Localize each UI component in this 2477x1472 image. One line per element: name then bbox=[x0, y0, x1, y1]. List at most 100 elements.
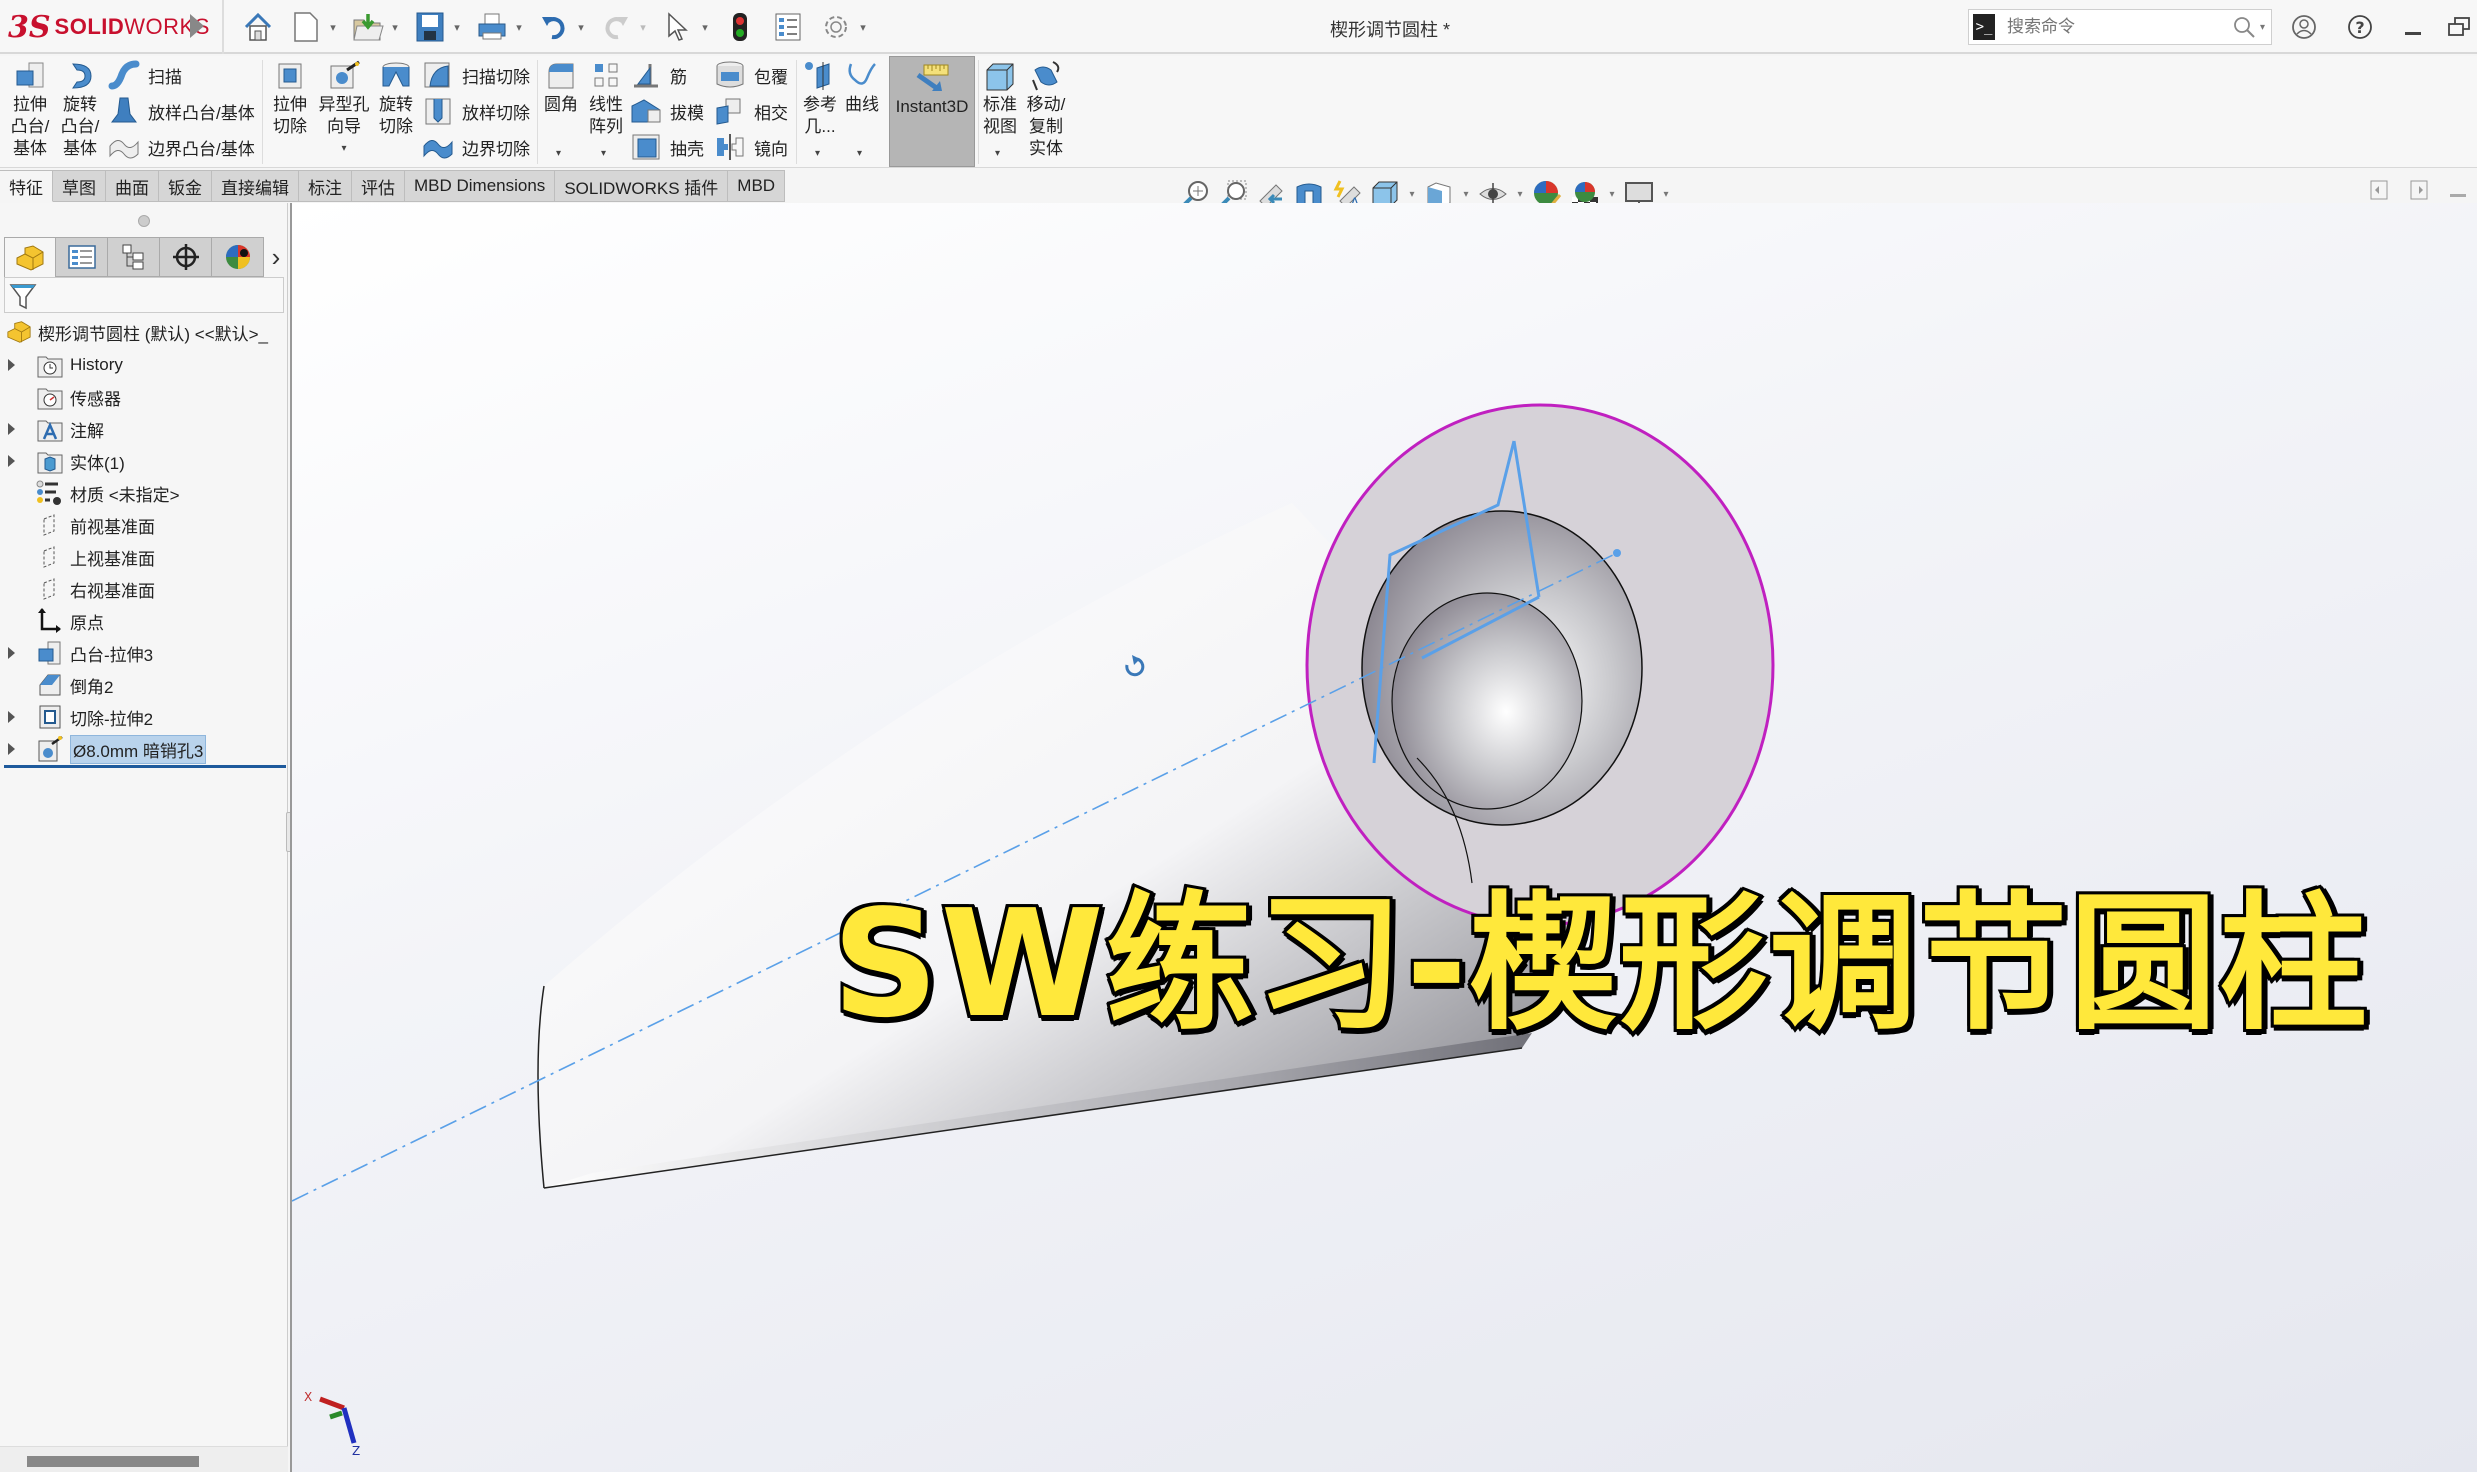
tab-sketch[interactable]: 草图 bbox=[53, 170, 106, 202]
home-button[interactable] bbox=[238, 8, 278, 46]
tab-dimxpertmanager[interactable] bbox=[160, 237, 212, 277]
print-dropdown-icon[interactable]: ▾ bbox=[512, 21, 526, 34]
file-properties-button[interactable] bbox=[768, 8, 808, 46]
search-input[interactable] bbox=[2007, 17, 2232, 37]
standard-views-button[interactable]: 标准 视图 bbox=[980, 60, 1020, 138]
extrude-boss-button[interactable]: 拉伸 凸台/ 基体 bbox=[8, 60, 52, 160]
draft-button[interactable]: 拔模 bbox=[630, 94, 704, 128]
sweep-cut-button[interactable]: 扫描切除 bbox=[422, 58, 530, 92]
undo-button[interactable] bbox=[534, 8, 574, 46]
collapse-right-icon[interactable] bbox=[2410, 180, 2428, 200]
select-button[interactable] bbox=[658, 8, 698, 46]
wrap-button[interactable]: 包覆 bbox=[714, 58, 788, 92]
save-button[interactable] bbox=[410, 8, 450, 46]
tab-features[interactable]: 特征 bbox=[0, 170, 53, 202]
tab-configurationmanager[interactable] bbox=[108, 237, 160, 277]
sweep-button[interactable]: 扫描 bbox=[108, 58, 182, 92]
rebuild-button[interactable] bbox=[720, 8, 760, 46]
tab-sheet-metal[interactable]: 钣金 bbox=[159, 170, 212, 202]
open-button[interactable] bbox=[348, 8, 388, 46]
intersect-button[interactable]: 相交 bbox=[714, 94, 788, 128]
linear-pattern-dropdown-icon[interactable]: ▾ bbox=[601, 148, 606, 159]
tab-surfaces[interactable]: 曲面 bbox=[106, 170, 159, 202]
save-dropdown-icon[interactable]: ▾ bbox=[450, 21, 464, 34]
boundary-cut-button[interactable]: 边界切除 bbox=[422, 130, 530, 164]
shell-button[interactable]: 抽壳 bbox=[630, 130, 704, 164]
revolve-cut-button[interactable]: 旋转 切除 bbox=[374, 60, 418, 138]
horizontal-scrollbar[interactable] bbox=[0, 1446, 288, 1472]
redo-button[interactable] bbox=[596, 8, 636, 46]
view-orientation-dropdown-icon[interactable]: ▾ bbox=[1406, 189, 1418, 200]
tab-markup[interactable]: 标注 bbox=[299, 170, 352, 202]
loft-boss-button[interactable]: 放样凸台/基体 bbox=[108, 94, 255, 128]
account-button[interactable] bbox=[2284, 10, 2324, 44]
print-button[interactable] bbox=[472, 8, 512, 46]
expand-arrow-icon[interactable] bbox=[0, 637, 22, 669]
expand-arrow-icon[interactable] bbox=[0, 349, 22, 381]
undo-dropdown-icon[interactable]: ▾ bbox=[574, 21, 588, 34]
tree-item-origin[interactable]: 原点 bbox=[0, 605, 288, 637]
minimize-pane-icon[interactable] bbox=[2450, 193, 2466, 197]
options-dropdown-icon[interactable]: ▾ bbox=[856, 21, 870, 34]
tree-item-front-plane[interactable]: 前视基准面 bbox=[0, 509, 288, 541]
display-style-dropdown-icon[interactable]: ▾ bbox=[1460, 189, 1472, 200]
search-commands[interactable]: >_ ▾ bbox=[1968, 9, 2272, 45]
search-dropdown-icon[interactable]: ▾ bbox=[2260, 22, 2265, 33]
mirror-button[interactable]: 镜向 bbox=[714, 130, 788, 164]
hide-show-dropdown-icon[interactable]: ▾ bbox=[1514, 189, 1526, 200]
tree-item-material[interactable]: 材质 <未指定> bbox=[0, 477, 288, 509]
hole-wizard-dropdown-icon[interactable]: ▾ bbox=[341, 138, 346, 160]
tree-item-cut-extrude2[interactable]: 切除-拉伸2 bbox=[0, 701, 288, 733]
tree-item-dowel-hole3[interactable]: Ø8.0mm 暗销孔3 bbox=[0, 733, 288, 765]
tree-item-top-plane[interactable]: 上视基准面 bbox=[0, 541, 288, 573]
fillet-button[interactable]: 圆角 bbox=[542, 60, 580, 116]
tree-item-boss-extrude3[interactable]: 凸台-拉伸3 bbox=[0, 637, 288, 669]
tab-mbd-dimensions[interactable]: MBD Dimensions bbox=[405, 170, 556, 202]
options-button[interactable] bbox=[816, 8, 856, 46]
extrude-cut-button[interactable]: 拉伸 切除 bbox=[268, 60, 312, 138]
restore-button[interactable] bbox=[2440, 10, 2477, 44]
standard-views-dropdown-icon[interactable]: ▾ bbox=[995, 148, 1000, 159]
reference-geometry-button[interactable]: 参考 几... bbox=[800, 60, 840, 138]
rib-button[interactable]: 筋 bbox=[630, 58, 687, 92]
tree-item-solid-bodies[interactable]: 实体(1) bbox=[0, 445, 288, 477]
tree-item-chamfer2[interactable]: 倒角2 bbox=[0, 669, 288, 701]
tab-featuremanager[interactable] bbox=[4, 237, 56, 277]
expand-arrow-icon[interactable] bbox=[0, 413, 22, 445]
tab-direct-editing[interactable]: 直接编辑 bbox=[212, 170, 299, 202]
instant3d-button[interactable]: Instant3D bbox=[889, 56, 975, 167]
tab-displaymanager[interactable] bbox=[212, 237, 264, 277]
apply-scene-dropdown-icon[interactable]: ▾ bbox=[1606, 189, 1618, 200]
hole-wizard-button[interactable]: 异型孔 向导 ▾ bbox=[316, 60, 372, 160]
tree-item-history[interactable]: History bbox=[0, 349, 288, 381]
fillet-dropdown-icon[interactable]: ▾ bbox=[556, 148, 561, 159]
tab-propertymanager[interactable] bbox=[56, 237, 108, 277]
boundary-boss-button[interactable]: 边界凸台/基体 bbox=[108, 130, 255, 164]
redo-dropdown-icon[interactable]: ▾ bbox=[636, 21, 650, 34]
panel-splitter-handle[interactable] bbox=[138, 215, 150, 227]
collapse-left-icon[interactable] bbox=[2370, 180, 2388, 200]
tree-item-right-plane[interactable]: 右视基准面 bbox=[0, 573, 288, 605]
new-dropdown-icon[interactable]: ▾ bbox=[326, 21, 340, 34]
tab-mbd[interactable]: MBD bbox=[728, 170, 786, 202]
view-settings-dropdown-icon[interactable]: ▾ bbox=[1660, 189, 1672, 200]
tree-filter[interactable] bbox=[4, 277, 284, 313]
tab-evaluate[interactable]: 评估 bbox=[352, 170, 405, 202]
solidworks-logo[interactable]: 3S SOLIDWORKS bbox=[8, 10, 210, 45]
tree-item-sensors[interactable]: 传感器 bbox=[0, 381, 288, 413]
help-button[interactable]: ? bbox=[2340, 10, 2380, 44]
curves-button[interactable]: 曲线 bbox=[842, 60, 882, 116]
open-dropdown-icon[interactable]: ▾ bbox=[388, 21, 402, 34]
scrollbar-thumb[interactable] bbox=[27, 1456, 199, 1467]
new-document-button[interactable] bbox=[286, 8, 326, 46]
tab-solidworks-addins[interactable]: SOLIDWORKS 插件 bbox=[555, 170, 729, 202]
expand-arrow-icon[interactable] bbox=[0, 733, 22, 765]
expand-menu-arrow-icon[interactable] bbox=[190, 14, 204, 38]
revolve-boss-button[interactable]: 旋转 凸台/ 基体 bbox=[58, 60, 102, 160]
expand-arrow-icon[interactable] bbox=[0, 701, 22, 733]
minimize-button[interactable] bbox=[2396, 10, 2430, 44]
expand-arrow-icon[interactable] bbox=[0, 445, 22, 477]
curves-dropdown-icon[interactable]: ▾ bbox=[857, 148, 862, 159]
reference-geometry-dropdown-icon[interactable]: ▾ bbox=[815, 148, 820, 159]
rollback-bar[interactable] bbox=[4, 765, 286, 768]
